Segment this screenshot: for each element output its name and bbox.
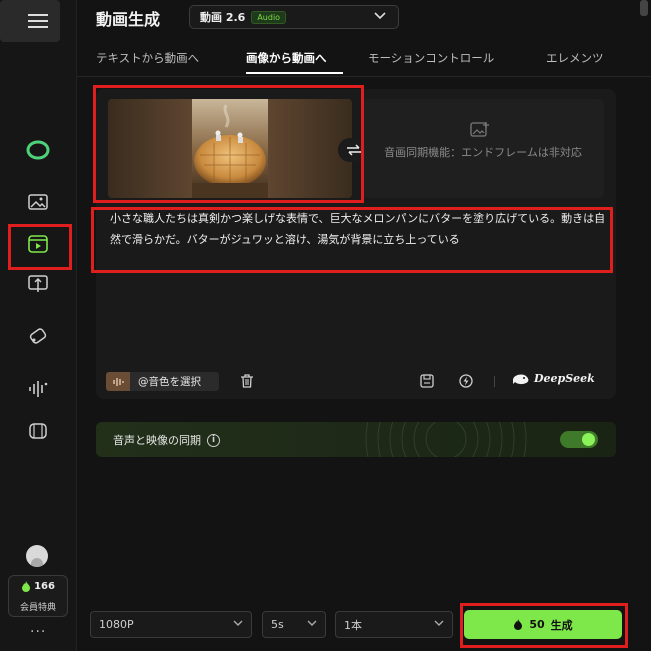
audio-sync-label: 音声と映像の同期 — [113, 434, 201, 447]
toggle-knob — [582, 433, 595, 446]
tab-image-to-video[interactable]: 画像から動画へ — [246, 50, 327, 66]
audio-sync-toggle[interactable] — [560, 431, 598, 448]
logo-icon[interactable] — [16, 133, 60, 167]
select-voice-button[interactable]: @音色を選択 — [106, 372, 219, 391]
scrollbar[interactable] — [640, 0, 648, 16]
generate-button[interactable]: 50 生成 — [464, 610, 622, 639]
brush-icon[interactable] — [16, 319, 60, 353]
duration-select[interactable]: 5s — [262, 611, 326, 638]
prompt-input[interactable]: 小さな職人たちは真剣かつ楽しげな表情で、巨大なメロンパンにバターを塗り広げている… — [110, 208, 608, 250]
page-title: 動画生成 — [96, 10, 161, 29]
tab-motion-control[interactable]: モーションコントロール — [368, 50, 494, 66]
member-benefits-label: 会員特典 — [19, 603, 56, 613]
tab-divider — [77, 76, 651, 77]
credit-icon — [22, 581, 31, 592]
avatar-box-icon[interactable] — [16, 414, 60, 448]
sidebar: 166 会員特典 ··· — [0, 0, 77, 651]
credit-icon — [514, 619, 523, 630]
resolution-select[interactable]: 1080P — [90, 611, 252, 638]
avatar[interactable] — [26, 545, 48, 567]
model-select[interactable]: 動画 2.6 Audio — [189, 5, 399, 29]
audio-badge: Audio — [251, 10, 287, 24]
chevron-down-icon — [434, 620, 444, 626]
audio-wave-icon[interactable] — [16, 372, 60, 406]
deepseek-label: DeepSeek — [534, 372, 595, 385]
info-icon[interactable]: i — [207, 433, 220, 447]
menu-icon[interactable] — [16, 4, 60, 38]
generate-cost: 50 — [529, 618, 545, 631]
end-frame-unsupported-text: 音画同期機能：エンドフレームは非対応 — [384, 146, 582, 159]
resolution-value: 1080P — [99, 618, 134, 631]
duration-value: 5s — [271, 618, 284, 631]
count-select[interactable]: 1本 — [335, 611, 453, 638]
count-value: 1本 — [344, 618, 362, 632]
video-icon[interactable] — [16, 227, 60, 261]
tab-elements[interactable]: エレメンツ — [546, 50, 604, 66]
model-name: 動画 2.6 — [200, 11, 246, 24]
select-voice-label: @音色を選択 — [138, 376, 201, 388]
canvas-icon[interactable] — [16, 267, 60, 301]
active-tab-indicator — [246, 72, 343, 74]
audio-sync-label-row: 音声と映像の同期 i — [113, 432, 220, 448]
chevron-down-icon — [307, 620, 317, 626]
chevron-down-icon — [374, 12, 386, 20]
credit-count: 166 — [34, 581, 55, 592]
more-icon[interactable]: ··· — [30, 624, 46, 640]
credit-box[interactable]: 166 会員特典 — [8, 575, 68, 617]
deepseek-whale-icon — [513, 374, 529, 384]
toolbar-divider — [494, 376, 495, 387]
credit-count-row: 166 — [9, 581, 67, 592]
deepseek-toggle[interactable]: DeepSeek — [512, 372, 595, 385]
lightning-icon[interactable] — [459, 374, 473, 388]
voice-wave-icon — [106, 372, 130, 391]
image-icon[interactable] — [16, 185, 60, 219]
trash-icon[interactable] — [240, 374, 254, 388]
save-icon[interactable] — [420, 374, 434, 388]
generate-label: 生成 — [550, 618, 573, 632]
chevron-down-icon — [233, 620, 243, 626]
swap-icon — [347, 144, 361, 156]
start-frame-image[interactable] — [108, 99, 352, 198]
add-image-icon — [470, 122, 489, 137]
tab-text-to-video[interactable]: テキストから動画へ — [96, 50, 199, 66]
